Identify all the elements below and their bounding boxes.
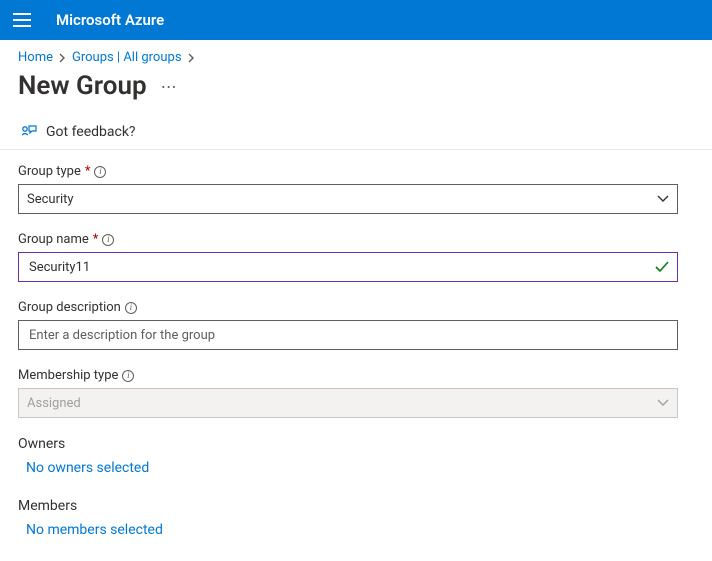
chevron-right-icon xyxy=(188,53,195,63)
membership-type-label: Membership type xyxy=(18,368,118,383)
group-description-field: Group description i xyxy=(18,300,694,350)
group-name-field: Group name * i xyxy=(18,232,694,282)
chevron-right-icon xyxy=(59,53,66,63)
hamburger-menu-button[interactable] xyxy=(10,8,34,32)
feedback-label: Got feedback? xyxy=(46,124,136,140)
feedback-bar[interactable]: Got feedback? xyxy=(0,115,712,150)
members-select-link[interactable]: No members selected xyxy=(18,522,694,538)
required-indicator: * xyxy=(85,164,91,179)
chevron-down-icon xyxy=(657,195,669,203)
group-description-label-row: Group description i xyxy=(18,300,694,315)
group-description-label: Group description xyxy=(18,300,121,315)
checkmark-icon xyxy=(655,261,669,273)
breadcrumb-groups-link[interactable]: Groups | All groups xyxy=(72,50,182,65)
group-type-label-row: Group type * i xyxy=(18,164,694,179)
breadcrumb: Home Groups | All groups xyxy=(0,40,712,71)
group-type-select[interactable]: Security xyxy=(18,184,678,214)
group-type-value: Security xyxy=(27,192,74,207)
owners-select-link[interactable]: No owners selected xyxy=(18,460,694,476)
feedback-icon xyxy=(20,123,38,141)
page-title: New Group xyxy=(18,71,147,101)
top-bar: Microsoft Azure xyxy=(0,0,712,40)
required-indicator: * xyxy=(93,232,99,247)
brand-label: Microsoft Azure xyxy=(56,11,164,29)
group-name-input[interactable] xyxy=(27,253,669,281)
info-icon[interactable]: i xyxy=(94,166,106,178)
owners-label: Owners xyxy=(18,436,694,452)
info-icon[interactable]: i xyxy=(102,234,114,246)
breadcrumb-home-link[interactable]: Home xyxy=(18,50,53,65)
page-title-row: New Group ⋯ xyxy=(0,71,712,115)
info-icon[interactable]: i xyxy=(122,370,134,382)
group-type-field: Group type * i Security xyxy=(18,164,694,214)
group-name-label-row: Group name * i xyxy=(18,232,694,247)
info-icon[interactable]: i xyxy=(125,302,137,314)
membership-type-label-row: Membership type i xyxy=(18,368,694,383)
owners-section: Owners No owners selected xyxy=(0,436,712,476)
membership-type-value: Assigned xyxy=(27,396,81,411)
membership-type-select: Assigned xyxy=(18,388,678,418)
group-name-input-wrapper xyxy=(18,252,678,282)
members-section: Members No members selected xyxy=(0,498,712,538)
group-description-input[interactable] xyxy=(27,321,669,349)
more-actions-button[interactable]: ⋯ xyxy=(161,77,179,96)
group-name-label: Group name xyxy=(18,232,89,247)
group-type-label: Group type xyxy=(18,164,81,179)
new-group-form: Group type * i Security Group name * i G… xyxy=(0,150,712,418)
group-description-input-wrapper xyxy=(18,320,678,350)
membership-type-field: Membership type i Assigned xyxy=(18,368,694,418)
members-label: Members xyxy=(18,498,694,514)
chevron-down-icon xyxy=(657,399,669,407)
